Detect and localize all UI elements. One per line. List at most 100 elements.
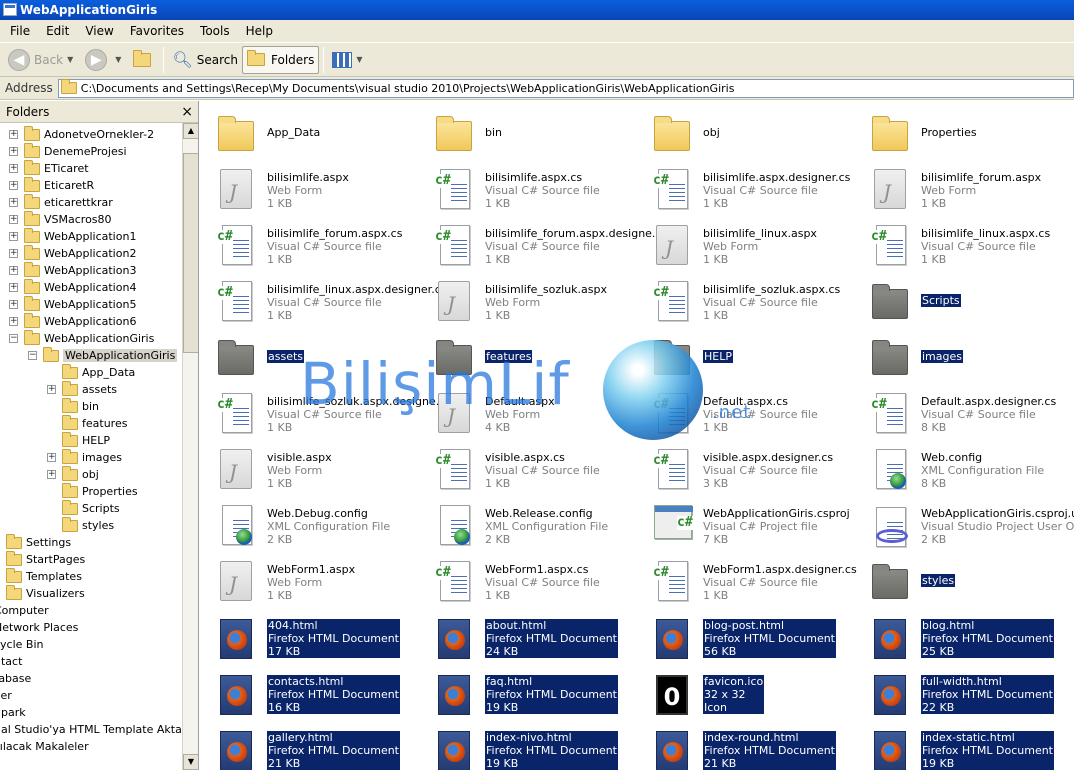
tree-item[interactable]: Settings xyxy=(6,533,71,551)
file-item[interactable]: bilisimlife.aspxWeb Form1 KB xyxy=(206,163,416,213)
tree-item[interactable]: ntact xyxy=(0,653,22,670)
tree-item[interactable]: DenemeProjesi xyxy=(24,142,127,160)
tree-item[interactable]: cycle Bin xyxy=(0,636,44,653)
file-item[interactable]: WebForm1.aspxWeb Form1 KB xyxy=(206,555,416,605)
tree-item[interactable]: images xyxy=(62,448,122,466)
expand-icon[interactable]: + xyxy=(47,385,56,394)
expand-icon[interactable]: + xyxy=(9,147,18,156)
file-item[interactable]: bilisimlife_linux.aspxWeb Form1 KB xyxy=(642,219,852,269)
file-item[interactable]: c# bilisimlife.aspx.designer.cs Visual C# … xyxy=(642,163,852,213)
tree-item[interactable]: WebApplicationGiris xyxy=(43,346,178,364)
tree-item[interactable]: AdonetveOrnekler-2 xyxy=(24,125,154,143)
file-item[interactable]: faq.html Firefox HTML Document 19 KB xyxy=(424,667,634,717)
file-item[interactable]: Web.Release.config XML Configuration File… xyxy=(424,499,634,549)
tree-item[interactable]: WebApplication6 xyxy=(24,312,136,330)
file-item[interactable]: Web.Debug.config XML Configuration File 2 … xyxy=(206,499,416,549)
file-item[interactable]: Web.config XML Configuration File 8 KB xyxy=(860,443,1070,493)
file-item[interactable]: HELP xyxy=(642,331,852,381)
tree-item[interactable]: WebApplication3 xyxy=(24,261,136,279)
tree-item[interactable]: EticaretR xyxy=(24,176,94,194)
tree-item[interactable]: WebApplicationGiris xyxy=(24,329,154,347)
forward-dropdown-icon[interactable]: ▼ xyxy=(115,55,121,64)
expand-icon[interactable]: + xyxy=(9,300,18,309)
file-item[interactable]: index-round.html Firefox HTML Document 21 … xyxy=(642,723,852,770)
tree-item[interactable]: VSMacros80 xyxy=(24,210,112,228)
expand-icon[interactable]: + xyxy=(9,181,18,190)
file-item[interactable]: index-static.html Firefox HTML Document 19… xyxy=(860,723,1070,770)
file-item[interactable]: 404.html Firefox HTML Document 17 KB xyxy=(206,611,416,661)
file-item[interactable]: full-width.html Firefox HTML Document 22 K… xyxy=(860,667,1070,717)
tree-item[interactable]: HELP xyxy=(62,431,110,449)
expand-icon[interactable]: + xyxy=(9,232,18,241)
menu-tools[interactable]: Tools xyxy=(192,24,238,38)
scroll-down-icon[interactable]: ▼ xyxy=(183,754,198,770)
file-item[interactable]: WebApplicationGiris.csproj.userVisual St… xyxy=(860,499,1074,549)
up-button[interactable] xyxy=(129,46,159,74)
file-item[interactable]: index-nivo.html Firefox HTML Document 19 K… xyxy=(424,723,634,770)
collapse-icon[interactable]: − xyxy=(28,351,37,360)
tree-item[interactable]: Scripts xyxy=(62,499,120,517)
menu-favorites[interactable]: Favorites xyxy=(122,24,192,38)
tree-item[interactable]: Network Places xyxy=(0,619,78,636)
file-item[interactable]: blog-post.html Firefox HTML Document 56 KB xyxy=(642,611,852,661)
back-dropdown-icon[interactable]: ▼ xyxy=(67,55,73,64)
file-item[interactable]: c# bilisimlife_forum.aspx.cs Visual C# Sou… xyxy=(206,219,416,269)
tree-item[interactable]: WebApplication5 xyxy=(24,295,136,313)
tree-item[interactable]: Computer xyxy=(0,602,49,619)
menu-edit[interactable]: Edit xyxy=(38,24,77,38)
file-item[interactable]: c# Default.aspx.cs Visual C# Source file 1 … xyxy=(642,387,852,437)
menu-view[interactable]: View xyxy=(77,24,121,38)
tree-item[interactable]: ver xyxy=(0,687,12,704)
views-button[interactable]: ▼ xyxy=(328,46,370,74)
file-item[interactable]: c# bilisimlife.aspx.cs Visual C# Source fi… xyxy=(424,163,634,213)
address-field[interactable]: C:\Documents and Settings\Recep\My Docum… xyxy=(57,78,1074,98)
tree-item[interactable]: ual Studio'ya HTML Template Aktarımı xyxy=(0,721,198,738)
folders-button[interactable]: Folders xyxy=(242,45,320,74)
tree-item[interactable]: Templates xyxy=(6,567,82,585)
expand-icon[interactable]: + xyxy=(9,249,18,258)
expand-icon[interactable]: + xyxy=(9,266,18,275)
file-item[interactable]: images xyxy=(860,331,1070,381)
file-item[interactable]: c# bilisimlife_sozluk.aspx.cs Visual C# So… xyxy=(642,275,852,325)
tree-item[interactable]: Properties xyxy=(62,482,138,500)
file-item[interactable]: assets xyxy=(206,331,416,381)
file-item[interactable]: c# bilisimlife_linux.aspx.designer.cs Visu… xyxy=(206,275,446,325)
tree-item[interactable]: dpark xyxy=(0,704,26,721)
tree-item[interactable]: tabase xyxy=(0,670,31,687)
search-button[interactable]: 🔍︎ Search xyxy=(168,46,242,74)
tree-item[interactable]: assets xyxy=(62,380,117,398)
file-item[interactable]: styles xyxy=(860,555,1070,605)
menu-help[interactable]: Help xyxy=(238,24,281,38)
file-item[interactable]: c# visible.aspx.designer.cs Visual C# Sour… xyxy=(642,443,852,493)
expand-icon[interactable]: + xyxy=(47,453,56,462)
file-item[interactable]: c# WebForm1.aspx.cs Visual C# Source file 1… xyxy=(424,555,634,605)
scrollbar-thumb[interactable] xyxy=(183,153,198,353)
file-item[interactable]: 0 favicon.ico 32 x 32 Icon xyxy=(642,667,852,717)
tree-item[interactable]: bin xyxy=(62,397,99,415)
file-item[interactable]: about.html Firefox HTML Document 24 KB xyxy=(424,611,634,661)
file-item[interactable]: App_Data xyxy=(206,107,416,157)
file-item[interactable]: contacts.html Firefox HTML Document 16 KB xyxy=(206,667,416,717)
tree-item[interactable]: WebApplication1 xyxy=(24,227,136,245)
tree-item[interactable]: WebApplication4 xyxy=(24,278,136,296)
file-item[interactable]: features xyxy=(424,331,634,381)
expand-icon[interactable]: + xyxy=(9,130,18,139)
file-item[interactable]: Properties xyxy=(860,107,1070,157)
tree-item[interactable]: WebApplication2 xyxy=(24,244,136,262)
folders-scrollbar[interactable]: ▲ ▼ xyxy=(182,123,198,770)
file-item[interactable]: Scripts xyxy=(860,275,1070,325)
file-item[interactable]: bilisimlife_forum.aspxWeb Form1 KB xyxy=(860,163,1070,213)
menu-file[interactable]: File xyxy=(2,24,38,38)
tree-item[interactable]: eticarettkrar xyxy=(24,193,113,211)
file-item[interactable]: c# WebApplicationGiris.csproj Visual C# Pr… xyxy=(642,499,852,549)
expand-icon[interactable]: + xyxy=(47,470,56,479)
tree-item[interactable]: App_Data xyxy=(62,363,135,381)
file-item[interactable]: c# bilisimlife_sozluk.aspx.designe... Visu… xyxy=(206,387,446,437)
file-item[interactable]: c# WebForm1.aspx.designer.cs Visual C# Sou… xyxy=(642,555,857,605)
tree-item[interactable]: Visualizers xyxy=(6,584,85,602)
close-icon[interactable]: × xyxy=(181,104,193,120)
file-item[interactable]: Default.aspxWeb Form4 KB xyxy=(424,387,634,437)
file-item[interactable]: visible.aspxWeb Form1 KB xyxy=(206,443,416,493)
tree-item[interactable]: styles xyxy=(62,516,114,534)
collapse-icon[interactable]: − xyxy=(9,334,18,343)
